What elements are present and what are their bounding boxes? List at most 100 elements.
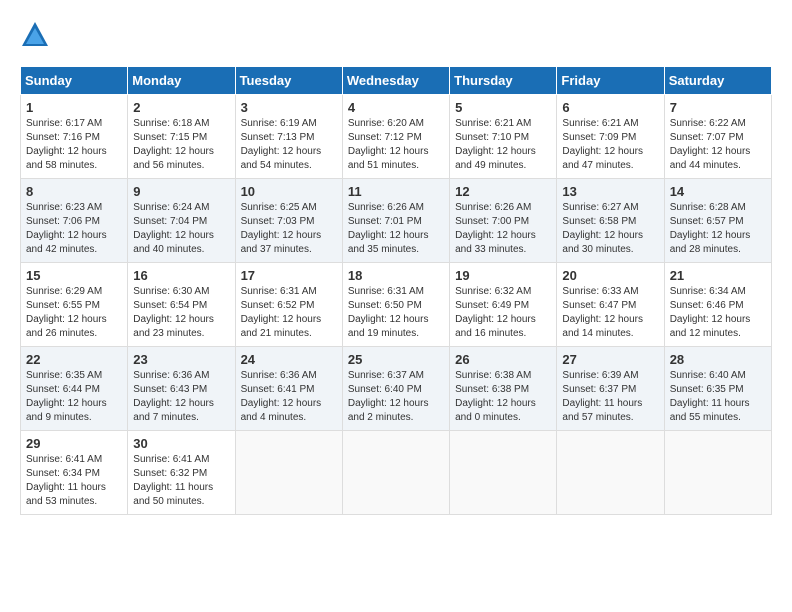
calendar-cell: 14 Sunrise: 6:28 AMSunset: 6:57 PMDayligh… bbox=[664, 179, 771, 263]
day-number: 16 bbox=[133, 268, 229, 283]
day-info: Sunrise: 6:38 AMSunset: 6:38 PMDaylight:… bbox=[455, 369, 551, 425]
calendar-cell: 25 Sunrise: 6:37 AMSunset: 6:40 PMDayligh… bbox=[342, 347, 449, 431]
day-info: Sunrise: 6:21 AMSunset: 7:09 PMDaylight:… bbox=[562, 117, 658, 173]
calendar-cell bbox=[450, 431, 557, 515]
calendar-cell bbox=[557, 431, 664, 515]
day-info: Sunrise: 6:41 AMSunset: 6:34 PMDaylight:… bbox=[26, 453, 122, 509]
day-number: 13 bbox=[562, 184, 658, 199]
day-info: Sunrise: 6:21 AMSunset: 7:10 PMDaylight:… bbox=[455, 117, 551, 173]
calendar-cell: 11 Sunrise: 6:26 AMSunset: 7:01 PMDayligh… bbox=[342, 179, 449, 263]
calendar-cell: 15 Sunrise: 6:29 AMSunset: 6:55 PMDayligh… bbox=[21, 263, 128, 347]
day-number: 22 bbox=[26, 352, 122, 367]
column-header-monday: Monday bbox=[128, 67, 235, 95]
calendar-header-row: SundayMondayTuesdayWednesdayThursdayFrid… bbox=[21, 67, 772, 95]
calendar-cell: 26 Sunrise: 6:38 AMSunset: 6:38 PMDayligh… bbox=[450, 347, 557, 431]
day-number: 19 bbox=[455, 268, 551, 283]
logo bbox=[20, 20, 54, 50]
day-info: Sunrise: 6:34 AMSunset: 6:46 PMDaylight:… bbox=[670, 285, 766, 341]
day-info: Sunrise: 6:27 AMSunset: 6:58 PMDaylight:… bbox=[562, 201, 658, 257]
day-number: 2 bbox=[133, 100, 229, 115]
calendar-week-row: 1Sunrise: 6:17 AMSunset: 7:16 PMDaylight… bbox=[21, 95, 772, 179]
calendar-cell: 7 Sunrise: 6:22 AMSunset: 7:07 PMDaylight… bbox=[664, 95, 771, 179]
calendar-cell: 20 Sunrise: 6:33 AMSunset: 6:47 PMDayligh… bbox=[557, 263, 664, 347]
calendar-cell: 13 Sunrise: 6:27 AMSunset: 6:58 PMDayligh… bbox=[557, 179, 664, 263]
column-header-saturday: Saturday bbox=[664, 67, 771, 95]
day-info: Sunrise: 6:31 AMSunset: 6:50 PMDaylight:… bbox=[348, 285, 444, 341]
calendar-week-row: 8 Sunrise: 6:23 AMSunset: 7:06 PMDaylight… bbox=[21, 179, 772, 263]
logo-icon bbox=[20, 20, 50, 50]
day-number: 12 bbox=[455, 184, 551, 199]
day-number: 24 bbox=[241, 352, 337, 367]
day-info: Sunrise: 6:18 AMSunset: 7:15 PMDaylight:… bbox=[133, 117, 229, 173]
column-header-tuesday: Tuesday bbox=[235, 67, 342, 95]
day-info: Sunrise: 6:33 AMSunset: 6:47 PMDaylight:… bbox=[562, 285, 658, 341]
calendar-cell: 2 Sunrise: 6:18 AMSunset: 7:15 PMDaylight… bbox=[128, 95, 235, 179]
calendar-cell: 24Sunrise: 6:36 AMSunset: 6:41 PMDayligh… bbox=[235, 347, 342, 431]
day-info: Sunrise: 6:26 AMSunset: 7:00 PMDaylight:… bbox=[455, 201, 551, 257]
calendar-cell: 3 Sunrise: 6:19 AMSunset: 7:13 PMDaylight… bbox=[235, 95, 342, 179]
calendar-cell bbox=[342, 431, 449, 515]
calendar-cell: 23 Sunrise: 6:36 AMSunset: 6:43 PMDayligh… bbox=[128, 347, 235, 431]
calendar-week-row: 22 Sunrise: 6:35 AMSunset: 6:44 PMDayligh… bbox=[21, 347, 772, 431]
page-header bbox=[20, 20, 772, 50]
day-info: Sunrise: 6:37 AMSunset: 6:40 PMDaylight:… bbox=[348, 369, 444, 425]
day-info: Sunrise: 6:24 AMSunset: 7:04 PMDaylight:… bbox=[133, 201, 229, 257]
day-number: 11 bbox=[348, 184, 444, 199]
day-info: Sunrise: 6:29 AMSunset: 6:55 PMDaylight:… bbox=[26, 285, 122, 341]
calendar-cell: 16Sunrise: 6:30 AMSunset: 6:54 PMDayligh… bbox=[128, 263, 235, 347]
day-info: Sunrise: 6:26 AMSunset: 7:01 PMDaylight:… bbox=[348, 201, 444, 257]
calendar-cell: 1Sunrise: 6:17 AMSunset: 7:16 PMDaylight… bbox=[21, 95, 128, 179]
day-info: Sunrise: 6:28 AMSunset: 6:57 PMDaylight:… bbox=[670, 201, 766, 257]
calendar-cell: 27 Sunrise: 6:39 AMSunset: 6:37 PMDayligh… bbox=[557, 347, 664, 431]
day-number: 27 bbox=[562, 352, 658, 367]
day-number: 9 bbox=[133, 184, 229, 199]
calendar-cell: 19 Sunrise: 6:32 AMSunset: 6:49 PMDayligh… bbox=[450, 263, 557, 347]
calendar-week-row: 29Sunrise: 6:41 AMSunset: 6:34 PMDayligh… bbox=[21, 431, 772, 515]
calendar-cell: 30Sunrise: 6:41 AMSunset: 6:32 PMDayligh… bbox=[128, 431, 235, 515]
day-info: Sunrise: 6:39 AMSunset: 6:37 PMDaylight:… bbox=[562, 369, 658, 425]
column-header-thursday: Thursday bbox=[450, 67, 557, 95]
day-number: 10 bbox=[241, 184, 337, 199]
calendar-cell: 10Sunrise: 6:25 AMSunset: 7:03 PMDayligh… bbox=[235, 179, 342, 263]
day-number: 20 bbox=[562, 268, 658, 283]
day-info: Sunrise: 6:31 AMSunset: 6:52 PMDaylight:… bbox=[241, 285, 337, 341]
calendar-cell: 18Sunrise: 6:31 AMSunset: 6:50 PMDayligh… bbox=[342, 263, 449, 347]
day-number: 25 bbox=[348, 352, 444, 367]
day-number: 5 bbox=[455, 100, 551, 115]
calendar-week-row: 15 Sunrise: 6:29 AMSunset: 6:55 PMDayligh… bbox=[21, 263, 772, 347]
day-number: 14 bbox=[670, 184, 766, 199]
calendar-cell: 21 Sunrise: 6:34 AMSunset: 6:46 PMDayligh… bbox=[664, 263, 771, 347]
day-info: Sunrise: 6:32 AMSunset: 6:49 PMDaylight:… bbox=[455, 285, 551, 341]
column-header-wednesday: Wednesday bbox=[342, 67, 449, 95]
calendar-cell: 5 Sunrise: 6:21 AMSunset: 7:10 PMDaylight… bbox=[450, 95, 557, 179]
day-number: 21 bbox=[670, 268, 766, 283]
day-info: Sunrise: 6:20 AMSunset: 7:12 PMDaylight:… bbox=[348, 117, 444, 173]
calendar-cell: 29Sunrise: 6:41 AMSunset: 6:34 PMDayligh… bbox=[21, 431, 128, 515]
calendar-cell: 6 Sunrise: 6:21 AMSunset: 7:09 PMDaylight… bbox=[557, 95, 664, 179]
day-number: 26 bbox=[455, 352, 551, 367]
day-number: 28 bbox=[670, 352, 766, 367]
calendar-cell: 9 Sunrise: 6:24 AMSunset: 7:04 PMDaylight… bbox=[128, 179, 235, 263]
calendar-cell: 17Sunrise: 6:31 AMSunset: 6:52 PMDayligh… bbox=[235, 263, 342, 347]
calendar-cell: 8 Sunrise: 6:23 AMSunset: 7:06 PMDaylight… bbox=[21, 179, 128, 263]
day-info: Sunrise: 6:19 AMSunset: 7:13 PMDaylight:… bbox=[241, 117, 337, 173]
day-number: 6 bbox=[562, 100, 658, 115]
day-number: 7 bbox=[670, 100, 766, 115]
day-number: 15 bbox=[26, 268, 122, 283]
day-info: Sunrise: 6:36 AMSunset: 6:43 PMDaylight:… bbox=[133, 369, 229, 425]
day-info: Sunrise: 6:22 AMSunset: 7:07 PMDaylight:… bbox=[670, 117, 766, 173]
calendar-cell: 28Sunrise: 6:40 AMSunset: 6:35 PMDayligh… bbox=[664, 347, 771, 431]
day-info: Sunrise: 6:23 AMSunset: 7:06 PMDaylight:… bbox=[26, 201, 122, 257]
day-number: 8 bbox=[26, 184, 122, 199]
column-header-sunday: Sunday bbox=[21, 67, 128, 95]
column-header-friday: Friday bbox=[557, 67, 664, 95]
calendar-cell: 4Sunrise: 6:20 AMSunset: 7:12 PMDaylight… bbox=[342, 95, 449, 179]
calendar-cell: 12 Sunrise: 6:26 AMSunset: 7:00 PMDayligh… bbox=[450, 179, 557, 263]
day-info: Sunrise: 6:35 AMSunset: 6:44 PMDaylight:… bbox=[26, 369, 122, 425]
calendar-cell bbox=[235, 431, 342, 515]
day-number: 1 bbox=[26, 100, 122, 115]
calendar-cell: 22 Sunrise: 6:35 AMSunset: 6:44 PMDayligh… bbox=[21, 347, 128, 431]
calendar-table: SundayMondayTuesdayWednesdayThursdayFrid… bbox=[20, 66, 772, 515]
day-number: 23 bbox=[133, 352, 229, 367]
day-number: 3 bbox=[241, 100, 337, 115]
